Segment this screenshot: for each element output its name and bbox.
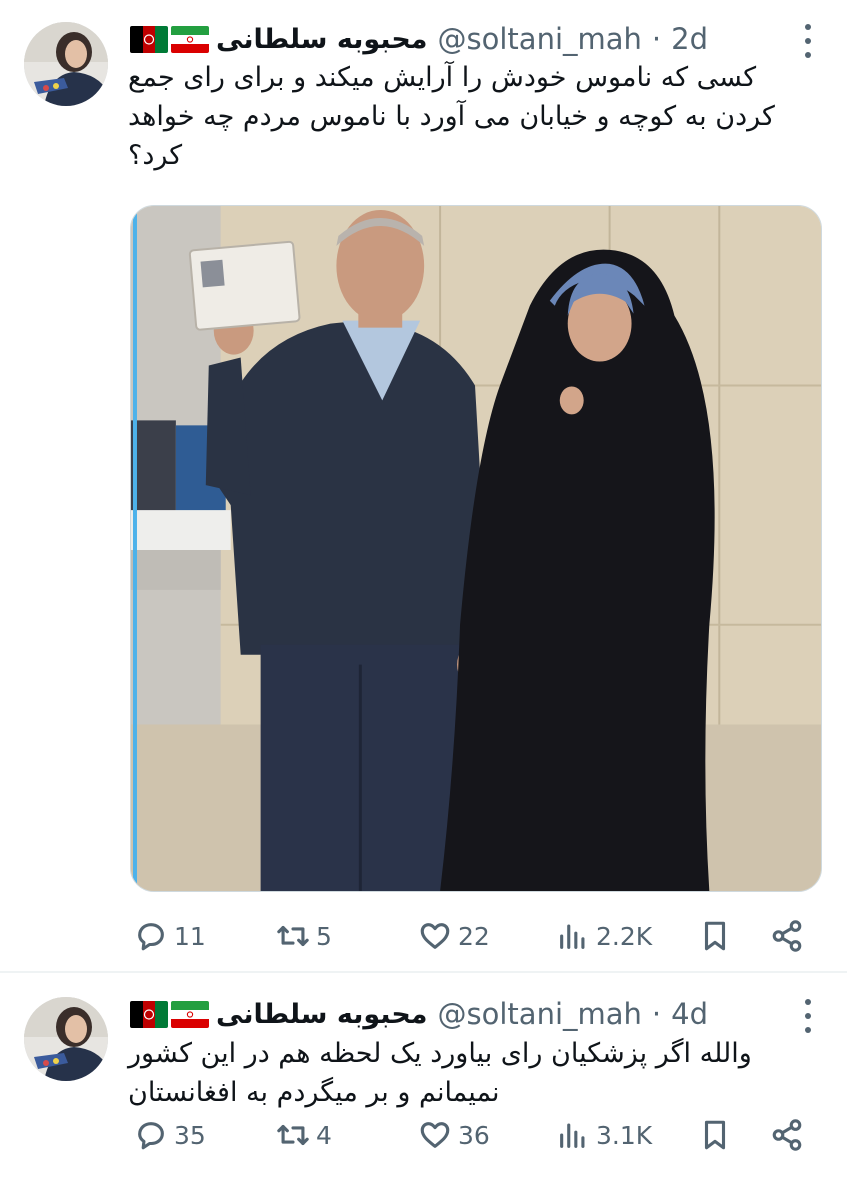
reply-button[interactable]: 35 (134, 1115, 206, 1155)
bookmark-icon (704, 921, 726, 951)
author-handle[interactable]: @soltani_mah (438, 997, 642, 1031)
bookmark-button[interactable] (698, 916, 732, 956)
tweet-1[interactable]: محبوبه سلطانی @soltani_mah · 2d کسی که ن… (0, 0, 847, 972)
iran-flag-icon (171, 1000, 209, 1028)
tweet-actions: 35 4 36 3.1K (130, 1115, 810, 1155)
author-handle[interactable]: @soltani_mah (438, 22, 642, 56)
retweet-icon (277, 1124, 309, 1146)
like-count: 36 (458, 1120, 490, 1150)
views-button[interactable]: 3.1K (556, 1115, 652, 1155)
author-name[interactable]: محبوبه سلطانی (216, 24, 428, 55)
views-count: 2.2K (596, 921, 653, 951)
separator: · (651, 22, 662, 56)
tweet-text: کسی که ناموس خودش را آرایش میکند و برای … (128, 62, 775, 171)
tweet-2[interactable]: محبوبه سلطانی @soltani_mah · 4d والله اگ… (0, 972, 847, 1200)
views-button[interactable]: 2.2K (556, 916, 652, 956)
retweet-icon (277, 925, 309, 947)
share-button[interactable] (770, 1115, 804, 1155)
reply-icon (138, 1122, 164, 1150)
avatar[interactable] (24, 997, 108, 1081)
like-button[interactable]: 36 (418, 1115, 490, 1155)
share-button[interactable] (770, 916, 804, 956)
afghanistan-flag-icon (130, 25, 168, 53)
retweet-count: 5 (316, 921, 332, 951)
views-count: 3.1K (596, 1120, 653, 1150)
more-icon[interactable] (803, 24, 813, 58)
tweet-actions: 11 5 22 2.2K (130, 916, 810, 956)
share-icon (772, 1119, 802, 1151)
reply-button[interactable]: 11 (134, 916, 206, 956)
iran-flag-icon (171, 25, 209, 53)
timestamp[interactable]: 4d (671, 997, 708, 1031)
separator: · (651, 997, 662, 1031)
tweet-photo[interactable] (130, 205, 822, 892)
reply-count: 35 (174, 1120, 206, 1150)
tweet-header: محبوبه سلطانی @soltani_mah · 4d (130, 994, 807, 1034)
retweet-button[interactable]: 5 (276, 916, 332, 956)
like-count: 22 (458, 921, 490, 951)
author-name[interactable]: محبوبه سلطانی (216, 999, 428, 1030)
bookmark-icon (704, 1120, 726, 1150)
avatar-image (24, 997, 108, 1081)
views-icon (560, 924, 585, 949)
tweet-header: محبوبه سلطانی @soltani_mah · 2d (130, 19, 807, 59)
more-icon[interactable] (803, 999, 813, 1033)
heart-icon (420, 1122, 450, 1148)
heart-icon (420, 923, 450, 949)
reply-icon (138, 923, 164, 951)
share-icon (772, 920, 802, 952)
like-button[interactable]: 22 (418, 916, 490, 956)
bookmark-button[interactable] (698, 1115, 732, 1155)
retweet-count: 4 (316, 1120, 332, 1150)
tweet-text: والله اگر پزشکیان رای بیاورد یک لحظه هم … (128, 1038, 752, 1108)
avatar-image (24, 22, 108, 106)
timestamp[interactable]: 2d (671, 22, 708, 56)
reply-count: 11 (174, 921, 206, 951)
photo-of-two-people (131, 206, 821, 891)
retweet-button[interactable]: 4 (276, 1115, 332, 1155)
afghanistan-flag-icon (130, 1000, 168, 1028)
avatar[interactable] (24, 22, 108, 106)
views-icon (560, 1123, 585, 1148)
